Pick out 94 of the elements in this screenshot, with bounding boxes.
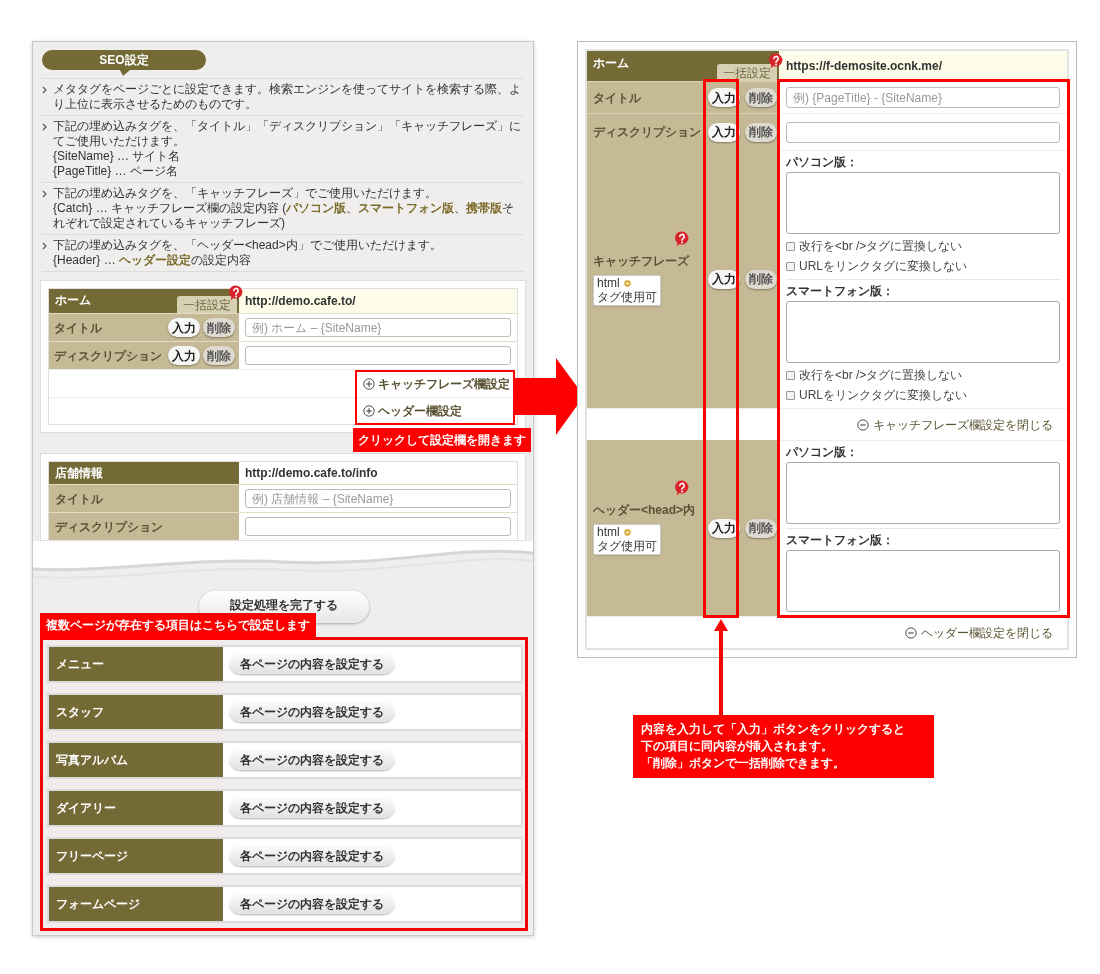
expand-link[interactable]: ヘッダー欄設定 (363, 402, 462, 420)
page-name: ホーム (593, 55, 629, 72)
field-label: パソコン版： (786, 445, 859, 460)
set-pages-button[interactable]: 各ページの内容を設定する (230, 846, 394, 866)
set-pages-button[interactable]: 各ページの内容を設定する (230, 750, 394, 770)
set-pages-button[interactable]: 各ページの内容を設定する (230, 654, 394, 674)
page-name: ホーム (55, 292, 91, 309)
collapse-link[interactable]: ヘッダー欄設定を閉じる (905, 623, 1053, 642)
field-label: ディスクリプション (55, 518, 163, 536)
delete-button[interactable]: 削除 (745, 122, 777, 142)
callout-label: クリックして設定欄を開きます (353, 428, 531, 452)
minus-circle-icon (905, 626, 917, 639)
text-area[interactable] (786, 550, 1060, 612)
expand-link[interactable]: キャッチフレーズ欄設定 (363, 374, 510, 393)
page-group-name: 写真アルバム (56, 752, 128, 769)
page-url: http://demo.cafe.to/info (245, 465, 378, 482)
page-url: http://demo.cafe.to/ (245, 293, 356, 310)
gear-icon (622, 528, 632, 537)
delete-button[interactable]: 削除 (745, 269, 777, 289)
text-field[interactable] (786, 121, 1060, 143)
field-label: パソコン版： (786, 155, 859, 170)
field-label: タイトル (55, 490, 103, 508)
page-group-name: フリーページ (56, 848, 128, 865)
badge-label: html (597, 277, 620, 290)
inline-link[interactable]: パソコン版 (286, 201, 347, 215)
set-pages-button[interactable]: 各ページの内容を設定する (230, 702, 394, 722)
badge-text: タグ使用可 (597, 290, 657, 304)
speech-tail-icon (120, 70, 130, 76)
bulk-settings-tab[interactable]: 一括設定 (177, 296, 237, 313)
note-line: 下記の埋め込みタグを、「キャッチフレーズ」でご使用いただけます。 (53, 186, 438, 201)
callout-text: 内容を入力して「入力」ボタンをクリックすると 下の項目に同内容が挿入されます。 「削除」ボタンで一括削除できます。 (633, 715, 934, 778)
field-label: ディスクリプション (54, 347, 163, 365)
input-button[interactable]: 入力 (168, 318, 200, 337)
collapse-link[interactable]: キャッチフレーズ欄設定を閉じる (857, 415, 1053, 434)
option-label: 改行を<br />タグに置換しない (799, 238, 963, 255)
text-field[interactable] (245, 517, 511, 536)
page-group-name: フォームページ (56, 896, 140, 913)
field-label: ヘッダー<head>内 (593, 502, 697, 519)
help-icon[interactable] (673, 479, 691, 497)
field-label: タイトル (593, 89, 642, 107)
delete-button[interactable]: 削除 (203, 318, 235, 337)
callout-label: 複数ページが存在する項目はこちらで設定します (40, 613, 316, 638)
minus-circle-icon (857, 418, 869, 431)
note-line: {Header} … ヘッダー設定の設定内容 (53, 253, 253, 268)
note-line: {SiteName} … サイト名 (53, 149, 182, 164)
chevron-icon (42, 242, 48, 250)
page-group-name: メニュー (56, 656, 104, 673)
delete-button[interactable]: 削除 (745, 88, 777, 107)
page-name: 店舗情報 (55, 465, 103, 482)
chevron-icon (42, 123, 48, 131)
text-field[interactable]: 例) 店舗情報 – {SiteName} (245, 489, 511, 508)
note-line: {Catch} … キャッチフレーズ欄の設定内容 (パソコン版、スマートフォン版、携帯版それぞれで設定されているキャッチフレーズ) (53, 201, 516, 231)
text-area[interactable] (786, 301, 1060, 363)
set-pages-button[interactable]: 各ページの内容を設定する (230, 798, 394, 818)
note-line: 下記の埋め込みタグを、「タイトル」「ディスクリプション」「キャッチフレーズ」にてご使用いただけます。 (53, 119, 522, 149)
text-field[interactable]: 例) {PageTitle} - {SiteName} (786, 87, 1060, 108)
field-label: スマートフォン版： (786, 284, 895, 299)
text-area[interactable] (786, 462, 1060, 524)
set-pages-button[interactable]: 各ページの内容を設定する (230, 894, 394, 914)
field-label: スマートフォン版： (786, 533, 895, 548)
page-group-name: スタッフ (56, 704, 104, 721)
inline-link[interactable]: ヘッダー設定 (119, 253, 192, 267)
checkbox[interactable] (786, 370, 795, 380)
page-group-name: ダイアリー (56, 800, 116, 817)
delete-button[interactable]: 削除 (203, 346, 235, 365)
note-line: メタタグをページごとに設定できます。検索エンジンを使ってサイトを検索する際、より上位に表示させるためのものです。 (53, 82, 522, 112)
input-button[interactable]: 入力 (168, 346, 200, 365)
text-area[interactable] (786, 172, 1060, 234)
checkbox[interactable] (786, 241, 795, 251)
bulk-settings-tab[interactable]: 一括設定 (717, 64, 777, 81)
field-label: ディスクリプション (593, 124, 702, 141)
text-field[interactable] (245, 346, 511, 365)
option-label: URLをリンクタグに変換しない (799, 387, 967, 404)
gear-icon (622, 279, 632, 288)
checkbox[interactable] (786, 261, 795, 271)
option-label: 改行を<br />タグに置換しない (799, 367, 963, 384)
text-field[interactable]: 例) ホーム – {SiteName} (245, 318, 511, 337)
note-line: 下記の埋め込みタグを、「ヘッダー<head>内」でご使用いただけます。 (53, 238, 443, 253)
field-label: キャッチフレーズ (593, 253, 691, 270)
field-label: タイトル (54, 319, 103, 337)
page-url: https://f-demosite.ocnk.me/ (786, 58, 943, 75)
option-label: URLをリンクタグに変換しない (799, 258, 967, 275)
plus-circle-icon (363, 405, 375, 417)
badge-text: タグ使用可 (597, 539, 657, 553)
delete-button[interactable]: 削除 (745, 518, 777, 538)
note-line: {PageTitle} … ページ名 (53, 164, 179, 179)
inline-link[interactable]: 携帯版 (466, 201, 503, 215)
chevron-icon (42, 190, 48, 198)
badge-label: html (597, 526, 620, 539)
plus-circle-icon (363, 377, 375, 390)
checkbox[interactable] (786, 390, 795, 400)
inline-link[interactable]: スマートフォン版 (358, 201, 455, 215)
help-icon[interactable] (673, 230, 691, 248)
chevron-icon (42, 86, 48, 94)
